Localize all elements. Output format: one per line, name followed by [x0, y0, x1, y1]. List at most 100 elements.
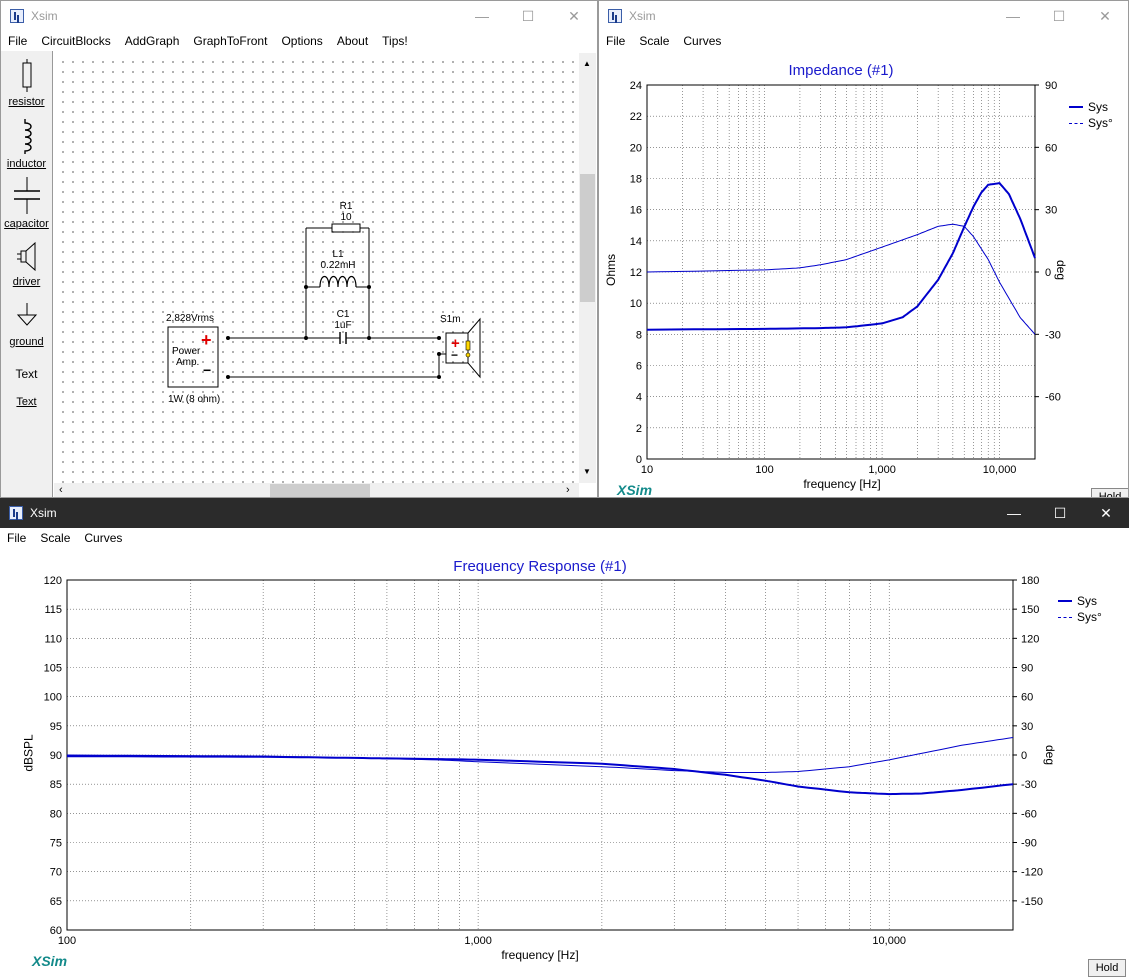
menu-curves[interactable]: Curves	[676, 34, 728, 48]
minimize-icon[interactable]: —	[990, 1, 1036, 31]
hold-button[interactable]: Hold	[1091, 488, 1128, 497]
menu-scale[interactable]: Scale	[33, 531, 77, 545]
scroll-down-icon[interactable]: ▼	[583, 467, 591, 476]
frequency-chart-title: Frequency Response (#1)	[453, 558, 627, 575]
y-tick-label: 100	[44, 692, 62, 704]
close-icon[interactable]: ✕	[1082, 1, 1128, 31]
y2-tick-label: -150	[1021, 896, 1043, 908]
driver-icon	[16, 241, 35, 272]
y2-tick-label: -90	[1021, 838, 1037, 850]
close-icon[interactable]: ✕	[551, 1, 597, 31]
palette-label: Text	[16, 396, 37, 408]
menu-options[interactable]: Options	[274, 34, 329, 48]
y-tick-label: 0	[636, 454, 642, 466]
y-tick-label: 120	[44, 575, 62, 587]
l1-label: L1 0.22mH	[312, 249, 364, 271]
menu-curves[interactable]: Curves	[77, 531, 129, 545]
menu-file[interactable]: File	[1, 34, 34, 48]
r1-body	[331, 223, 361, 233]
legend-sys: Sys	[1088, 100, 1109, 114]
x-tick-label: 10,000	[872, 935, 906, 947]
y-tick-label: 115	[44, 604, 62, 616]
minimize-icon[interactable]: —	[991, 498, 1037, 528]
menu-file[interactable]: File	[0, 531, 33, 545]
xsim-app-icon	[9, 506, 23, 520]
scroll-thumb[interactable]	[270, 484, 370, 497]
close-icon[interactable]: ✕	[1083, 498, 1129, 528]
y-tick-label: 2	[636, 423, 642, 435]
schematic-vertical-scrollbar[interactable]: ▲ ▼	[579, 53, 596, 483]
scroll-thumb[interactable]	[580, 174, 595, 302]
menu-addgraph[interactable]: AddGraph	[118, 34, 187, 48]
maximize-icon[interactable]: ☐	[505, 1, 551, 31]
y-tick-label: 14	[630, 236, 642, 248]
ground-icon	[16, 303, 37, 326]
palette-ground[interactable]: ground	[1, 301, 52, 348]
grid	[67, 580, 1013, 930]
menu-tips[interactable]: Tips!	[375, 34, 415, 48]
maximize-icon[interactable]: ☐	[1037, 498, 1083, 528]
circuit-menubar: File CircuitBlocks AddGraph GraphToFront…	[1, 31, 597, 51]
legend-swatch-sys	[1058, 600, 1072, 602]
menu-scale[interactable]: Scale	[632, 34, 676, 48]
palette-inductor[interactable]: inductor	[1, 117, 52, 170]
palette-capacitor[interactable]: capacitor	[1, 177, 52, 230]
minimize-icon[interactable]: —	[459, 1, 505, 31]
series-line-sys-phase	[646, 223, 1036, 335]
menu-circuitblocks[interactable]: CircuitBlocks	[34, 34, 117, 48]
maximize-icon[interactable]: ☐	[1036, 1, 1082, 31]
y-tick-label: 20	[630, 142, 642, 154]
impedance-ylabel: Ohms	[604, 253, 619, 287]
impedance-y2label: deg	[1054, 259, 1069, 281]
scroll-left-icon[interactable]: ‹	[59, 484, 63, 496]
text-icon: Text	[15, 367, 38, 381]
schematic-horizontal-scrollbar[interactable]: ‹ ›	[54, 483, 579, 497]
palette-resistor[interactable]: resistor	[1, 59, 52, 108]
y2-tick-label: 30	[1021, 721, 1033, 733]
schematic-canvas[interactable]: R1 10 L1 0.22mH C1 1uF 2.828Vrms Power A…	[54, 53, 579, 483]
palette-label: resistor	[8, 96, 45, 108]
c1-name: C1	[336, 309, 350, 320]
y-tick-label: 80	[50, 808, 62, 820]
menu-file[interactable]: File	[599, 34, 632, 48]
y2-tick-label: 90	[1021, 663, 1033, 675]
menu-about[interactable]: About	[330, 34, 375, 48]
impedance-legend: Sys Sys°	[1069, 99, 1113, 131]
component-palette: resistor inductor capacitor driver groun…	[1, 51, 53, 497]
capacitor-icon	[13, 177, 40, 214]
frequency-titlebar[interactable]: Xsim — ☐ ✕	[0, 498, 1129, 528]
y2-tick-label: 120	[1021, 633, 1039, 645]
palette-text[interactable]: Text Text	[1, 367, 52, 408]
xsim-app-icon	[10, 9, 24, 23]
hold-button[interactable]: Hold	[1088, 959, 1126, 977]
y-tick-label: 85	[50, 779, 62, 791]
y-tick-label: 6	[636, 361, 642, 373]
impedance-titlebar[interactable]: Xsim — ☐ ✕	[599, 1, 1128, 31]
y-tick-label: 110	[44, 633, 62, 645]
menu-graphtofront[interactable]: GraphToFront	[186, 34, 274, 48]
plot-frame	[646, 84, 1036, 460]
amp-minus-terminal: −	[203, 362, 212, 378]
xsim-brand-logo: XSim	[32, 953, 68, 969]
plot-frame	[66, 579, 1014, 931]
legend-swatch-sys	[1069, 106, 1083, 108]
y2-tick-label: 0	[1021, 750, 1027, 762]
y2-tick-label: 30	[1045, 205, 1057, 217]
r1-value: 10	[340, 212, 352, 223]
y2-tick-label: 0	[1045, 267, 1051, 279]
legend-swatch-sys-phase	[1069, 122, 1083, 124]
series-line-sys	[67, 755, 1014, 796]
circuit-titlebar[interactable]: Xsim — ☐ ✕	[1, 1, 597, 31]
palette-label: capacitor	[4, 218, 49, 230]
impedance-window: Xsim — ☐ ✕ File Scale Curves Impedance (…	[598, 0, 1129, 498]
y-tick-label: 24	[630, 80, 642, 92]
palette-driver[interactable]: driver	[1, 241, 52, 288]
scroll-right-icon[interactable]: ›	[566, 484, 570, 496]
y2-tick-label: 150	[1021, 604, 1039, 616]
y2-tick-label: 60	[1045, 142, 1057, 154]
scroll-up-icon[interactable]: ▲	[583, 59, 591, 68]
y2-tick-label: -120	[1021, 867, 1043, 879]
amp-plus-terminal: +	[201, 330, 212, 350]
frequency-y2label: deg	[1043, 744, 1058, 766]
y2-tick-label: 180	[1021, 575, 1039, 587]
